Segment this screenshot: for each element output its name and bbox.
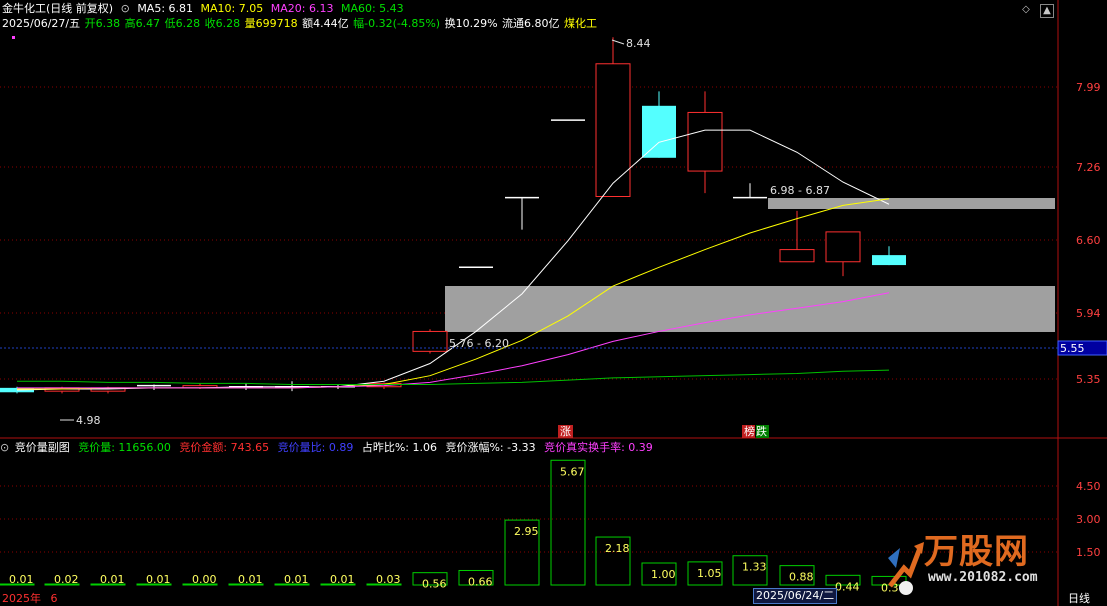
- amount-value: 额4.44亿: [302, 17, 349, 30]
- auction-bar-label: 0.01: [238, 573, 263, 586]
- y-tick: 5.94: [1076, 307, 1101, 320]
- sector-value[interactable]: 煤化工: [564, 17, 597, 30]
- ma20-value: MA20: 6.13: [270, 2, 334, 15]
- ma60-value: MA60: 5.43: [340, 2, 404, 15]
- auction-bar-label: 0.03: [376, 573, 401, 586]
- support-zones: [445, 198, 1055, 332]
- ma-lines: [16, 129, 890, 391]
- signal-die: 跌: [756, 425, 769, 438]
- diamond-icon[interactable]: ◇: [1020, 4, 1032, 16]
- auction-bar-label: 2.95: [514, 525, 539, 538]
- zone-upper-label: 6.98 - 6.87: [770, 184, 830, 197]
- quote-date: 2025/06/27/五: [2, 17, 81, 30]
- current-price: 5.55: [1060, 342, 1085, 355]
- auction-bar-label: 1.33: [742, 561, 767, 574]
- auction-bars: 0.01 0.02 0.01 0.01 0.00 0.01 0.01 0.01 0.03 0.56…: [0, 459, 907, 594]
- stock-title[interactable]: 金牛化工(日线 前复权): [2, 2, 113, 15]
- sub-y-tick: 3.00: [1076, 513, 1101, 526]
- prev-ratio: 占昨比%: 1.06: [361, 441, 437, 454]
- y-tick: 7.26: [1076, 161, 1101, 174]
- ma10-value: MA10: 7.05: [200, 2, 264, 15]
- candle-up: [595, 63, 631, 198]
- marker-dot: [12, 36, 15, 39]
- main-grid: [0, 86, 1058, 380]
- ma5-line: [16, 129, 890, 391]
- change-value: 幅-0.32(-4.85%): [353, 17, 441, 30]
- candle-down: [642, 105, 676, 158]
- quote-header: 金牛化工(日线 前复权) ⊙ MA5: 6.81 MA10: 7.05 MA20…: [0, 0, 1060, 39]
- zone-upper: [768, 198, 1055, 209]
- high-value: 高6.47: [124, 17, 161, 30]
- auction-bar-label: 0.01: [100, 573, 125, 586]
- bull-arrow-icon: [888, 542, 924, 595]
- y-tick: 5.35: [1076, 373, 1101, 386]
- turnover-value: 换10.29%: [444, 17, 498, 30]
- ma60-line: [17, 369, 890, 386]
- auction-bar-label: 0.44: [835, 580, 860, 593]
- settings-icon[interactable]: ⊙: [121, 2, 130, 15]
- brand-logo: 万股网 www.201082.com: [884, 524, 1060, 602]
- float-value: 流通6.80亿: [502, 17, 560, 30]
- auction-bar-label: 0.01: [9, 573, 34, 586]
- candle-down: [872, 255, 906, 266]
- signal-bang: 榜: [742, 425, 755, 438]
- auction-bar-label: 5.67: [560, 465, 585, 478]
- close-value: 收6.28: [204, 17, 241, 30]
- sub-settings-icon[interactable]: ⊙: [0, 441, 9, 454]
- signal-zhang: 涨: [558, 425, 573, 438]
- cursor-date: 2025/06/24/二: [753, 588, 838, 604]
- y-tick: 6.60: [1076, 234, 1101, 247]
- kline-chart[interactable]: 0.01 0.02 0.01 0.01 0.00 0.01 0.01 0.01 0.03 0.56…: [0, 0, 1107, 606]
- sub-y-tick: 4.50: [1076, 480, 1101, 493]
- auction-bar-label: 0.56: [422, 578, 447, 591]
- y-tick: 7.99: [1076, 81, 1101, 94]
- auction-bar-label: 2.18: [605, 542, 630, 555]
- auction-volume: 竞价量: 11656.00: [78, 441, 171, 454]
- candle-up: [825, 231, 861, 263]
- sub-y-tick: 1.50: [1076, 546, 1101, 559]
- candle-up: [779, 249, 815, 263]
- high-marker: 8.44: [626, 37, 651, 50]
- auction-ratio: 竞价量比: 0.89: [277, 441, 354, 454]
- auction-bar-label: 0.02: [54, 573, 79, 586]
- sub-title[interactable]: 竞价量副图: [15, 441, 70, 454]
- auction-bar-label: 0.66: [468, 575, 493, 588]
- auction-amount: 竞价金额: 743.65: [179, 441, 270, 454]
- auction-turnover: 竞价真实换手率: 0.39: [544, 441, 653, 454]
- auction-bar-label: 0.00: [192, 573, 217, 586]
- sub-chart-header: ⊙ 竞价量副图 竞价量: 11656.00 竞价金额: 743.65 竞价量比:…: [0, 440, 658, 456]
- auction-bar-label: 0.01: [330, 573, 355, 586]
- low-marker: 4.98: [76, 414, 101, 427]
- auction-bar-label: 0.01: [284, 573, 309, 586]
- low-value: 低6.28: [164, 17, 201, 30]
- auction-bar-label: 1.05: [697, 567, 722, 580]
- open-value: 开6.38: [84, 17, 121, 30]
- candle-up: [687, 111, 723, 172]
- auction-change: 竞价涨幅%: -3.33: [445, 441, 536, 454]
- volume-value: 量699718: [244, 17, 298, 30]
- high-marker-arrow: [611, 39, 625, 45]
- auction-bar: [550, 459, 586, 586]
- auction-bar-label: 0.88: [789, 571, 814, 584]
- auction-bar-label: 0.01: [146, 573, 171, 586]
- zone-lower: [445, 286, 1055, 332]
- auction-bar-label: 1.00: [651, 568, 676, 581]
- ma5-value: MA5: 6.81: [137, 2, 194, 15]
- zone-lower-label: 5.76 - 6.20: [449, 337, 509, 350]
- footer-year: 2025年 6: [2, 592, 58, 605]
- collapse-icon[interactable]: ▲: [1040, 4, 1054, 18]
- period-label[interactable]: 日线: [1068, 590, 1090, 606]
